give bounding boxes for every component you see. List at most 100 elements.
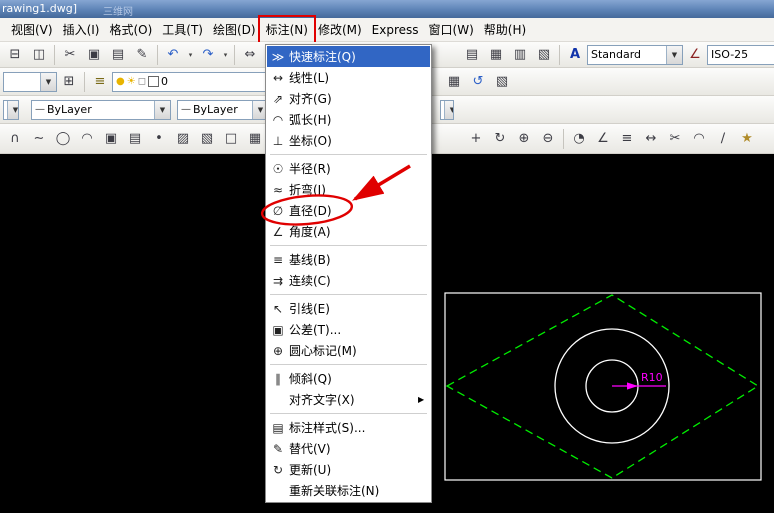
menu-item-quick-dimension[interactable]: ≫快速标注(Q) [267,46,430,67]
text-style-combo[interactable]: Standard▼ [587,45,683,65]
markup-icon[interactable]: ▧ [532,43,556,66]
menu-item-label: 引线(E) [289,300,430,317]
lineweight-combo[interactable]: —ByLayer▼ [177,100,269,120]
revision-cloud-icon[interactable]: ∩ [3,127,27,150]
arc-length-icon: ◠ [267,114,289,126]
make-object-layer-icon[interactable]: ▦ [442,70,466,93]
autocad-window: rawing1.dwg] 三维网 视图(V)插入(I)格式(O)工具(T)绘图(… [0,0,774,513]
menu-item-angular[interactable]: ∠角度(A) [267,221,430,242]
copy-icon[interactable]: ▣ [82,43,106,66]
spline-icon[interactable]: ∼ [27,127,51,150]
insert-block-icon[interactable]: ▣ [99,127,123,150]
plot-style-combo-partial[interactable]: ▼ [440,100,454,120]
paste-icon[interactable]: ▤ [106,43,130,66]
point-icon[interactable]: • [147,127,171,150]
move-icon[interactable]: + [464,127,488,150]
menu-draw[interactable]: 绘图(D) [208,18,261,41]
measure-icon[interactable]: ∠ [591,127,615,150]
make-block-icon[interactable]: ▤ [123,127,147,150]
undo-icon[interactable]: ↶ [161,43,185,66]
table-icon[interactable]: ▦ [243,127,267,150]
menu-item-tolerance[interactable]: ▣公差(T)... [267,319,430,340]
menu-item-baseline[interactable]: ≡基线(B) [267,249,430,270]
dropdown-arrow-icon[interactable]: ▼ [444,101,454,119]
trim-icon[interactable]: ✂ [663,127,687,150]
redo-icon[interactable]: ↷ [196,43,220,66]
zoom-out-icon[interactable]: ⊖ [536,127,560,150]
hatch-icon[interactable]: ▨ [171,127,195,150]
plot-preview-icon[interactable]: ◫ [27,43,51,66]
menu-tools[interactable]: 工具(T) [157,18,208,41]
menu-dimension[interactable]: 标注(N) [261,18,313,41]
menu-item-dimension-style[interactable]: ▤标注样式(S)... [267,417,430,438]
dimension-menu: ≫快速标注(Q)↔线性(L)⇗对齐(G)◠弧长(H)⊥坐标(O) ☉半径(R)≈折… [265,44,432,503]
linetype-combo[interactable]: —ByLayer▼ [31,100,171,120]
menu-view[interactable]: 视图(V) [6,18,58,41]
cut-icon[interactable]: ✂ [58,43,82,66]
menu-item-arc-length[interactable]: ◠弧长(H) [267,109,430,130]
rotate-icon[interactable]: ↻ [488,127,512,150]
region-icon[interactable]: □ [219,127,243,150]
combo-text: ByLayer [193,103,238,116]
layer-previous-icon[interactable]: ↺ [466,70,490,93]
designcenter-icon[interactable]: ▦ [484,43,508,66]
workspace-combo-partial[interactable]: ▼ [3,72,57,92]
layer-properties-icon[interactable]: ≡ [88,70,112,93]
ellipse-arc-icon[interactable]: ◠ [75,127,99,150]
distance-icon[interactable]: ↔ [639,127,663,150]
quickcalc-icon[interactable]: ⊞ [57,70,81,93]
text-style-icon[interactable]: A [563,43,587,66]
menu-format[interactable]: 格式(O) [104,18,157,41]
menu-item-label: 基线(B) [289,251,430,268]
menu-item-reassociate[interactable]: 重新关联标注(N) [267,480,430,501]
layer-states-icon[interactable]: ▧ [490,70,514,93]
ellipse-icon[interactable]: ◯ [51,127,75,150]
menu-window[interactable]: 窗口(W) [424,18,479,41]
drawing-viewport-rectangle[interactable] [445,293,761,480]
chamfer-icon[interactable]: ∕ [711,127,735,150]
menu-item-label: 对齐文字(X) [289,391,418,408]
dropdown-arrow-icon[interactable]: ▼ [7,101,19,119]
menu-item-oblique[interactable]: ∥倾斜(Q) [267,368,430,389]
menu-item-diameter[interactable]: ∅直径(D) [267,200,430,221]
title-bar[interactable]: rawing1.dwg] 三维网 [0,0,774,19]
menu-item-align-text[interactable]: 对齐文字(X)▶ [267,389,430,410]
toolbar-separator [563,129,564,149]
render-icon[interactable]: ★ [735,127,759,150]
dim-style-combo[interactable]: ISO-25▼ [707,45,774,65]
dropdown-arrow-icon[interactable]: ▾ [185,44,196,65]
dropdown-arrow-icon[interactable]: ▼ [154,101,170,119]
dim-style-icon[interactable]: ∠ [683,43,707,66]
menu-express[interactable]: Express [367,20,424,40]
menu-item-jogged[interactable]: ≈折弯(J) [267,179,430,200]
dropdown-arrow-icon[interactable]: ▼ [666,46,682,64]
menu-separator [270,245,427,246]
match-properties-icon[interactable]: ✎ [130,43,154,66]
dropdown-arrow-icon[interactable]: ▼ [40,73,56,91]
menu-item-linear[interactable]: ↔线性(L) [267,67,430,88]
pan-icon[interactable]: ⇔ [238,43,262,66]
menu-item-override[interactable]: ✎替代(V) [267,438,430,459]
orbit-icon[interactable]: ◔ [567,127,591,150]
properties-icon[interactable]: ▤ [460,43,484,66]
fillet-icon[interactable]: ◠ [687,127,711,150]
list-icon[interactable]: ≡ [615,127,639,150]
menu-insert[interactable]: 插入(I) [58,18,105,41]
radius-dimension[interactable]: R10 [612,371,666,390]
zoom-in-icon[interactable]: ⊕ [512,127,536,150]
tool-palettes-icon[interactable]: ▥ [508,43,532,66]
menu-help[interactable]: 帮助(H) [479,18,531,41]
plot-icon[interactable]: ⊟ [3,43,27,66]
menu-item-center-mark[interactable]: ⊕圆心标记(M) [267,340,430,361]
dropdown-arrow-icon[interactable]: ▾ [220,44,231,65]
menu-item-continue[interactable]: ⇉连续(C) [267,270,430,291]
menu-item-update[interactable]: ↻更新(U) [267,459,430,480]
color-combo-partial[interactable]: ▼ [3,100,19,120]
construction-diamond[interactable] [447,295,758,478]
menu-item-leader[interactable]: ↖引线(E) [267,298,430,319]
menu-modify[interactable]: 修改(M) [313,18,367,41]
menu-item-aligned[interactable]: ⇗对齐(G) [267,88,430,109]
menu-item-ordinate[interactable]: ⊥坐标(O) [267,130,430,151]
gradient-icon[interactable]: ▧ [195,127,219,150]
menu-item-radius[interactable]: ☉半径(R) [267,158,430,179]
